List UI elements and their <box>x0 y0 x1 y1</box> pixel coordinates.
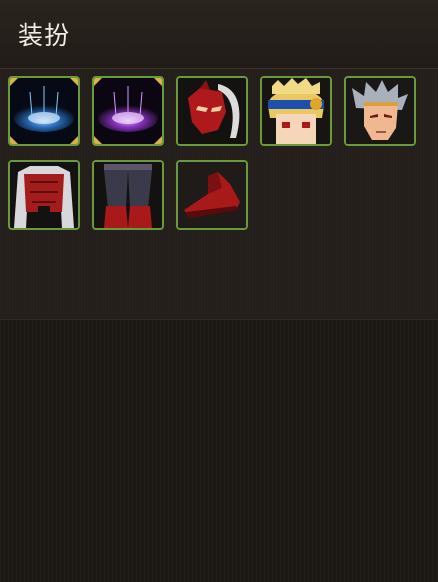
slot-hair-silver[interactable] <box>344 76 416 146</box>
slot-aura-blue[interactable] <box>8 76 80 146</box>
slot-coat[interactable] <box>8 160 80 230</box>
blue-aura-icon <box>10 78 78 144</box>
purple-aura-icon <box>94 78 162 144</box>
slot-mask[interactable] <box>176 76 248 146</box>
red-shoes-icon <box>178 162 246 228</box>
slot-hair-blonde[interactable] <box>260 76 332 146</box>
red-mask-icon <box>178 78 246 144</box>
equipment-grid <box>0 69 438 320</box>
red-coat-icon <box>10 162 78 228</box>
blonde-hair-headband-icon <box>262 78 330 144</box>
avatar-panel: 装扮 <box>0 0 438 582</box>
silver-hair-icon <box>346 78 414 144</box>
slot-aura-purple[interactable] <box>92 76 164 146</box>
panel-header: 装扮 <box>0 0 438 69</box>
slot-shoes[interactable] <box>176 160 248 230</box>
dark-pants-icon <box>94 162 162 228</box>
panel-title: 装扮 <box>18 21 71 50</box>
slot-pants[interactable] <box>92 160 164 230</box>
